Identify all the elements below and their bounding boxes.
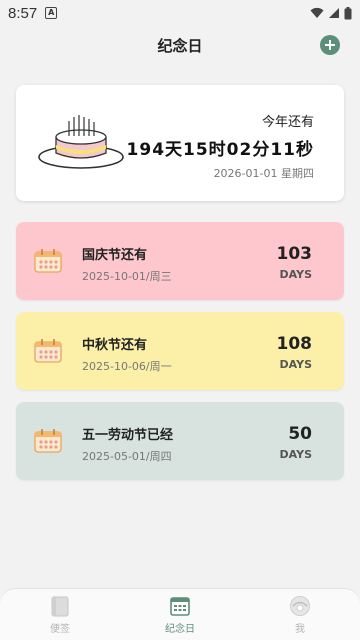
event-days-unit: DAYS (279, 448, 312, 461)
event-name: 国庆节还有 (82, 248, 148, 263)
plus-icon (325, 40, 335, 50)
signal-icon (329, 8, 339, 18)
event-days-unit: DAYS (279, 268, 312, 281)
event-card-national-day[interactable]: 国庆节还有 2025-10-01/周三 103 DAYS (16, 222, 344, 300)
status-icons (310, 6, 352, 20)
calendar-icon (170, 597, 190, 616)
app-header: 纪念日 (0, 28, 360, 62)
countdown-date: 2026-01-01 星期四 (213, 167, 314, 180)
profile-icon (290, 596, 310, 616)
event-date: 2025-10-01/周三 (82, 270, 172, 283)
event-days-count: 50 (288, 424, 312, 444)
status-time: 8:57 (8, 4, 38, 22)
year-countdown-card[interactable]: 今年还有 194天15时02分11秒 2026-01-01 星期四 (16, 85, 344, 201)
page-title: 纪念日 (157, 36, 203, 55)
event-days-count: 108 (276, 334, 313, 354)
birthday-cake-icon (38, 115, 124, 169)
event-days-unit: DAYS (279, 358, 312, 371)
calendar-icon (34, 339, 62, 363)
tab-anniversary[interactable]: 纪念日 (120, 589, 240, 640)
event-name: 中秋节还有 (82, 338, 148, 353)
tab-notes[interactable]: 便签 (0, 589, 120, 640)
status-bar: 8:57 A (0, 0, 360, 26)
notification-a-icon: A (45, 7, 58, 19)
tab-profile[interactable]: 我 (240, 589, 360, 640)
event-date: 2025-05-01/周四 (82, 450, 172, 463)
add-button[interactable] (320, 35, 340, 55)
event-days-count: 103 (276, 244, 313, 264)
notebook-icon (51, 596, 69, 617)
countdown-label: 今年还有 (261, 115, 314, 130)
event-card-labor-day[interactable]: 五一劳动节已经 2025-05-01/周四 50 DAYS (16, 402, 344, 480)
countdown-timer: 194天15时02分11秒 (126, 140, 314, 160)
battery-icon (344, 6, 352, 19)
tab-label: 我 (295, 624, 305, 635)
wifi-icon (310, 7, 324, 18)
event-name: 五一劳动节已经 (82, 428, 174, 443)
tab-label: 便签 (50, 624, 70, 635)
event-card-mid-autumn[interactable]: 中秋节还有 2025-10-06/周一 108 DAYS (16, 312, 344, 390)
bottom-tab-bar: 便签 纪念日 我 (0, 588, 360, 640)
calendar-icon (34, 429, 62, 453)
tab-label: 纪念日 (165, 624, 195, 635)
calendar-icon (34, 249, 62, 273)
event-date: 2025-10-06/周一 (82, 360, 172, 373)
